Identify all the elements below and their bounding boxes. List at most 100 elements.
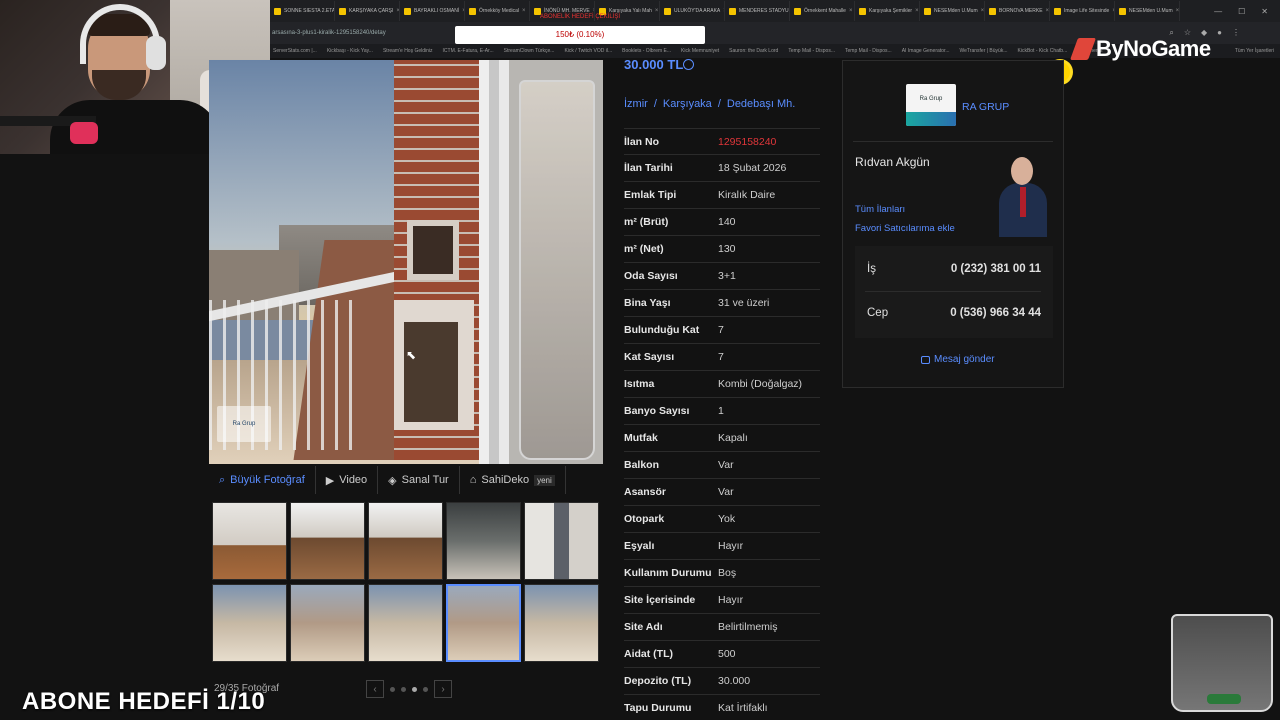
spec-row: Otopark Yok (624, 506, 820, 533)
browser-tab[interactable]: SONNE SIESTA 2.ETA× (270, 1, 335, 21)
photo-thumbnail[interactable] (290, 502, 365, 580)
maximize-icon[interactable]: ☐ (1238, 7, 1245, 16)
gallery-tab[interactable]: ◈ Sanal Tur (378, 466, 460, 494)
tab-favicon-icon (664, 7, 671, 15)
browser-tab[interactable]: BORNOVA MERKE × (985, 1, 1050, 21)
tab-close-icon[interactable]: × (522, 8, 526, 14)
add-favorite-link[interactable]: Favori Satıcılarıma ekle (855, 223, 955, 234)
spec-value: 500 (718, 648, 736, 660)
bookmark-item[interactable]: Kickbaşı - Kick Yay... (324, 48, 376, 54)
photo-thumbnail[interactable] (446, 502, 521, 580)
browser-tab[interactable]: ULUKÖY'DA ARAKA× (660, 1, 725, 21)
photo-thumbnail[interactable] (212, 502, 287, 580)
all-bookmarks-link[interactable]: Tüm Yer İşaretleri (1235, 48, 1280, 54)
bookmark-item[interactable]: AI Image Generator... (899, 48, 953, 54)
tab-favicon-icon (339, 7, 346, 15)
bookmark-item[interactable]: ServerStats.com |... (270, 48, 320, 54)
page-dot[interactable] (390, 686, 395, 692)
photo-thumbnail[interactable] (446, 584, 521, 662)
tab-close-icon[interactable]: × (655, 8, 659, 14)
spec-label: Kullanım Durumu (624, 567, 712, 579)
close-icon[interactable]: ✕ (1261, 7, 1268, 16)
breadcrumb: İzmir / Karşıyaka / Dedebaşı Mh. (624, 98, 795, 110)
page-dot[interactable] (401, 686, 406, 692)
browser-tab[interactable]: Örnekköy Medical × (465, 1, 530, 21)
tab-title: BORNOVA MERKE (999, 8, 1043, 14)
bookmark-item[interactable]: ICTM. E-Fatura, E-Ar... (440, 48, 497, 54)
goal-glass-overlay (1171, 614, 1273, 712)
spec-row: Banyo Sayısı 1 (624, 398, 820, 425)
bookmark-item[interactable]: Sauron: the Dark Lord (726, 48, 781, 54)
browser-tab[interactable]: Karşıyaka Şemikler × (855, 1, 920, 21)
spec-label: Bulunduğu Kat (624, 324, 700, 336)
spec-label: Oda Sayısı (624, 270, 678, 282)
photo-thumbnail[interactable] (212, 584, 287, 662)
bookmark-item[interactable]: Temp Mail - Dispos... (785, 48, 838, 54)
prev-page-button[interactable]: ‹ (366, 680, 384, 698)
bookmark-item[interactable]: KickBot - Kick Chatb... (1015, 48, 1071, 54)
agency-logo[interactable]: Ra Grup (906, 84, 956, 126)
gallery-tab[interactable]: ⌂ SahiDeko yeni (460, 466, 566, 494)
tab-favicon-icon (989, 7, 996, 15)
spec-row: Asansör Var (624, 479, 820, 506)
divider (865, 291, 1041, 292)
breadcrumb-link[interactable]: Dedebaşı Mh. (727, 98, 795, 110)
browser-tab[interactable]: BAYRAKLI OSMANİ× (400, 1, 465, 21)
tab-favicon-icon (1054, 7, 1061, 15)
tab-close-icon[interactable]: × (849, 8, 853, 14)
send-message-button[interactable]: Mesaj gönder (921, 354, 995, 365)
page-dot-active[interactable] (412, 686, 417, 692)
breadcrumb-link[interactable]: Karşıyaka (663, 98, 712, 110)
spec-value: 1 (718, 405, 724, 417)
minimize-icon[interactable]: — (1214, 7, 1222, 16)
gallery-tab-label: SahiDeko (481, 474, 530, 486)
photo-thumbnail[interactable] (524, 584, 599, 662)
browser-tab[interactable]: Image Life Sitesinde× (1050, 1, 1115, 21)
bookmark-item[interactable]: Kick / Twitch VOD il... (561, 48, 615, 54)
bookmark-item[interactable]: Stream'e Hoş Geldiniz (380, 48, 436, 54)
page-dot[interactable] (423, 686, 428, 692)
tab-close-icon[interactable]: × (1046, 8, 1049, 14)
divider (853, 141, 1053, 142)
browser-tab[interactable]: NESEMden U.Mum × (920, 1, 985, 21)
info-icon[interactable] (683, 59, 694, 70)
agency-name-link[interactable]: RA GRUP (962, 101, 1009, 113)
browser-tab[interactable]: Örnekkent Mahalle × (790, 1, 855, 21)
phone-number[interactable]: 0 (232) 381 00 11 (951, 263, 1041, 275)
spec-value: Hayır (718, 540, 744, 552)
browser-tab[interactable]: NESEMden U.Mum × (1115, 1, 1180, 21)
bookmark-item[interactable]: StreamClown Türkçe... (501, 48, 558, 54)
tab-title: SONNE SIESTA 2.ETA (284, 8, 335, 14)
spec-row: Tapu Durumu Kat İrtifaklı (624, 695, 820, 720)
bookmark-item[interactable]: Booklets - Olbrem E... (619, 48, 674, 54)
menu-icon[interactable]: ⋮ (1232, 28, 1240, 38)
tab-close-icon[interactable]: × (1176, 8, 1179, 14)
photo-thumbnail[interactable] (368, 584, 443, 662)
next-page-button[interactable]: › (434, 680, 452, 698)
spec-label: Tapu Durumu (624, 702, 692, 714)
all-listings-link[interactable]: Tüm İlanları (855, 204, 905, 215)
phone-number[interactable]: 0 (536) 966 34 44 (950, 307, 1041, 319)
spec-row: Bulunduğu Kat 7 (624, 317, 820, 344)
profile-icon[interactable]: ● (1217, 28, 1222, 38)
photo-thumbnail[interactable] (290, 584, 365, 662)
gallery-tab-label: Video (339, 474, 368, 486)
bookmark-item[interactable]: Kick Memnuniyet (678, 48, 722, 54)
photo-thumbnail[interactable] (368, 502, 443, 580)
tab-close-icon[interactable]: × (915, 8, 919, 14)
browser-tab[interactable]: KARŞIYAKA ÇARŞI × (335, 1, 400, 21)
url-text[interactable]: arsasına-3-plus1-kiralik-1295158240/deta… (270, 30, 386, 36)
browser-tab[interactable]: MENDERES STADYU× (725, 1, 790, 21)
bookmark-item[interactable]: Temp Mail - Dispos... (842, 48, 895, 54)
photo-thumbnail[interactable] (524, 502, 599, 580)
spec-value: Kat İrtifaklı (718, 702, 768, 714)
spec-value: Kiralık Daire (718, 189, 776, 201)
spec-value: 3+1 (718, 270, 736, 282)
main-photo[interactable]: Ra Grup (209, 60, 603, 464)
breadcrumb-link[interactable]: İzmir (624, 98, 648, 110)
gallery-tab[interactable]: ⌕ Büyük Fotoğraf (209, 466, 316, 494)
tab-close-icon[interactable]: × (981, 8, 984, 14)
spec-value: 7 (718, 324, 724, 336)
gallery-tab[interactable]: ▶ Video (316, 466, 379, 494)
bookmark-item[interactable]: WeTransfer | Büyük... (957, 48, 1011, 54)
